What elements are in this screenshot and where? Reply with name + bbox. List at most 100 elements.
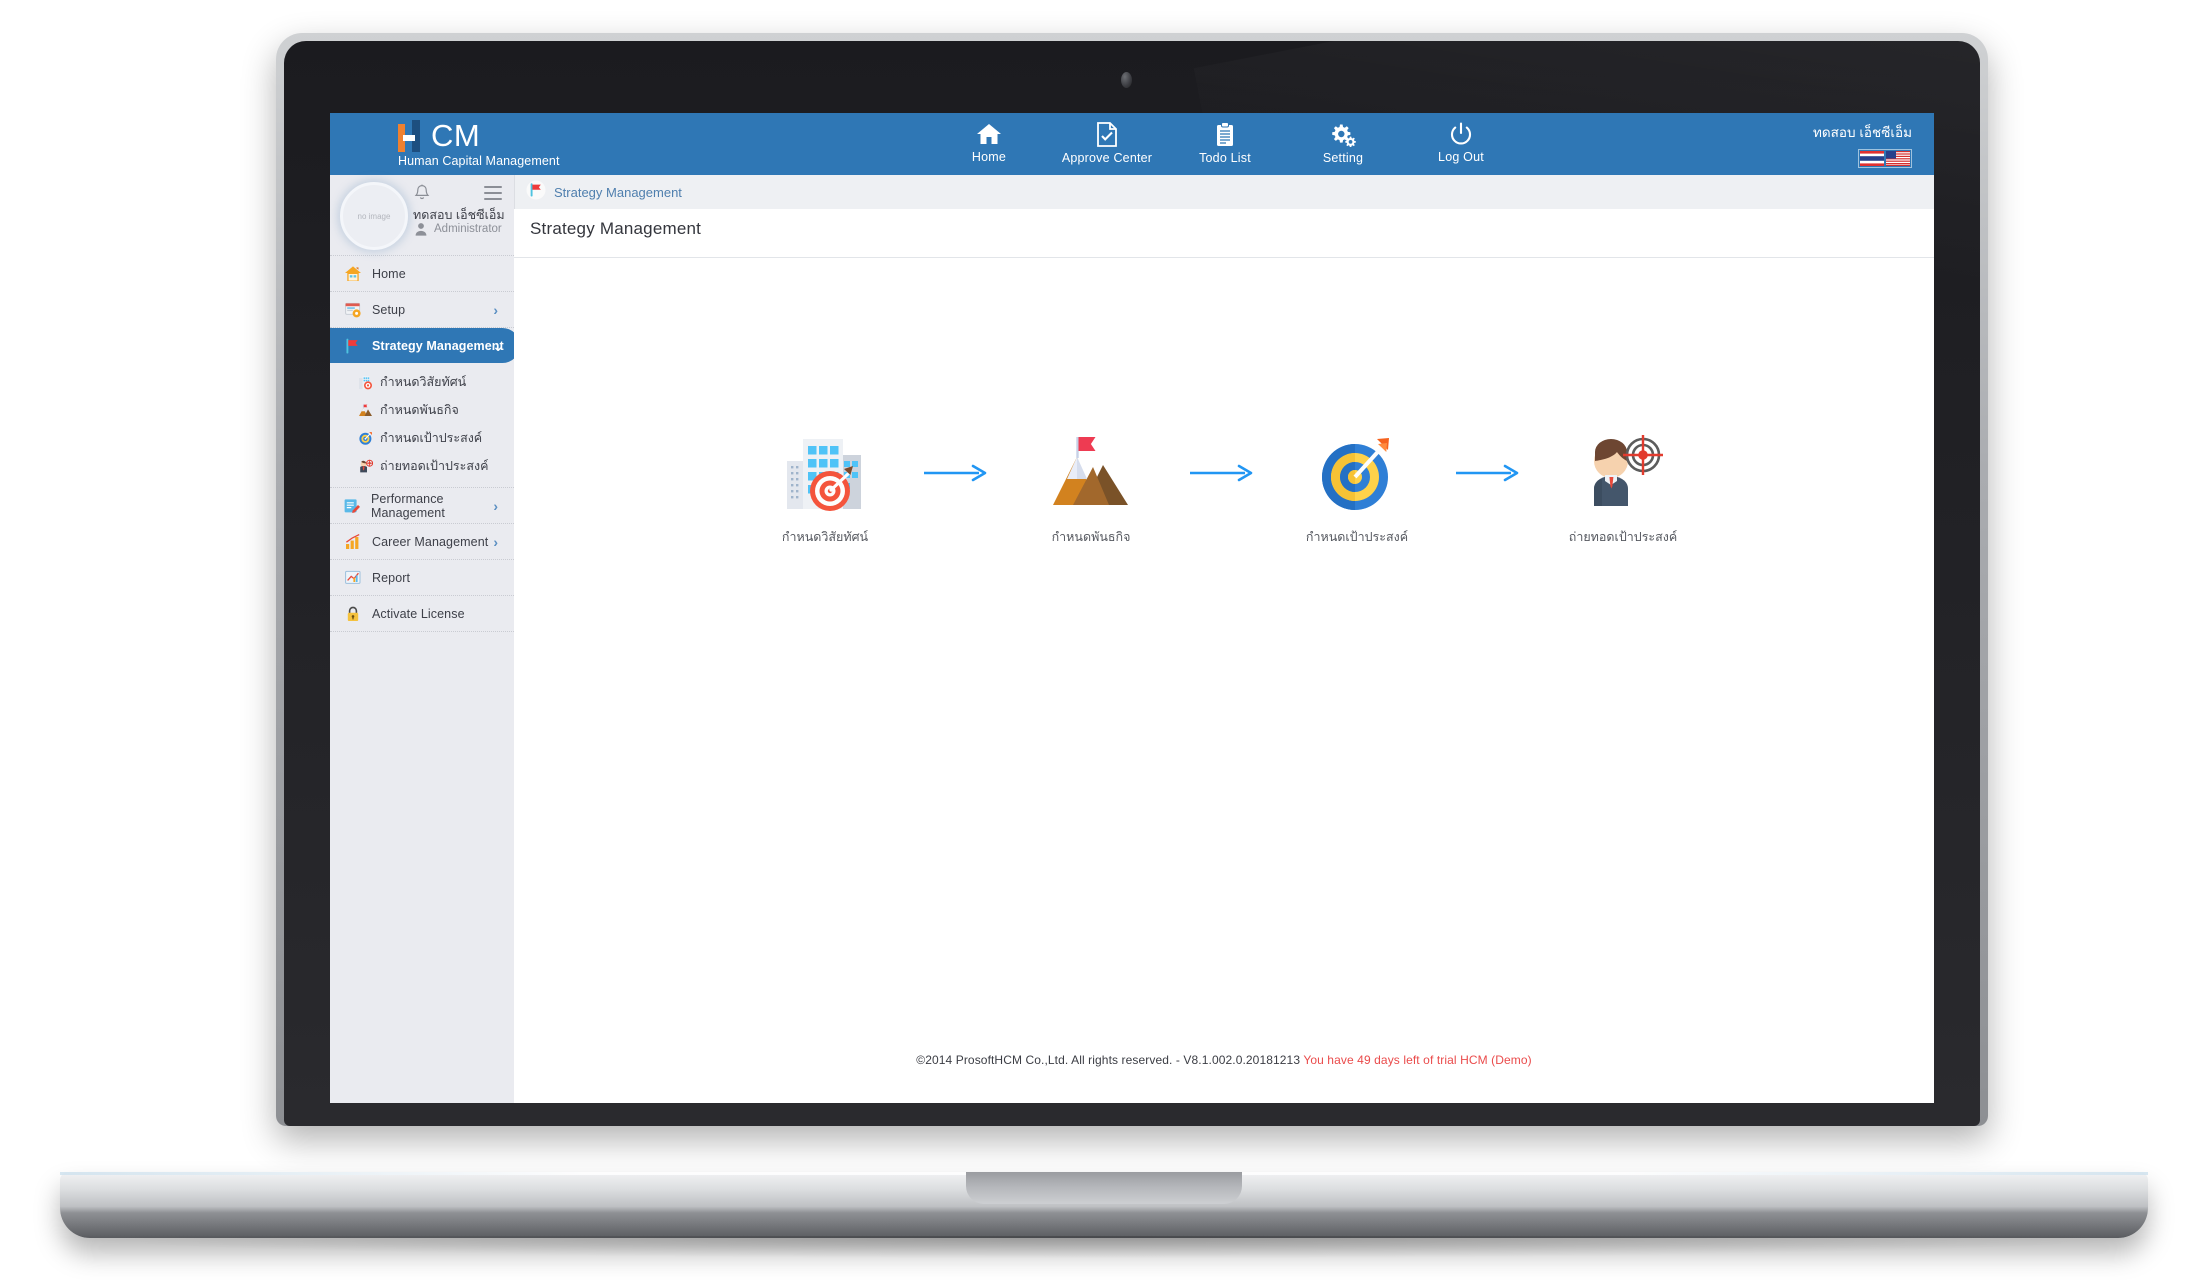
topnav-log-out[interactable]: Log Out xyxy=(1402,119,1520,165)
topnav-setting-label: Setting xyxy=(1322,151,1364,165)
home-icon xyxy=(976,122,1002,146)
user-profile-panel: no image ทดสอบ เอ็ชซีเอ็ม Administrator xyxy=(330,175,514,256)
sidebar-item-report-label: Report xyxy=(372,570,411,585)
title-divider xyxy=(514,257,1934,258)
person-icon xyxy=(414,222,428,241)
objective-dartboard-icon xyxy=(1315,429,1399,517)
breadcrumb: Strategy Management xyxy=(514,175,1934,210)
page-title: Strategy Management xyxy=(530,219,702,238)
sidebar-user-role: Administrator xyxy=(434,223,502,235)
flow-arrow-1 xyxy=(910,429,1006,517)
topnav-approve-center[interactable]: Approve Center xyxy=(1048,119,1166,165)
topnav-log-out-label: Log Out xyxy=(1438,150,1484,164)
setup-gear-icon xyxy=(342,301,364,319)
topnav-todo-list-label: Todo List xyxy=(1199,151,1251,165)
sidebar-toggle-button[interactable] xyxy=(484,186,502,204)
top-navigation: Home Approve Center Todo List Setting Lo… xyxy=(930,119,1520,165)
webcam-icon xyxy=(1121,72,1132,88)
sidebar-subitem-vision[interactable]: กำหนดวิสัยทัศน์ xyxy=(330,368,514,396)
browser-viewport: CM Human Capital Management Home Approve… xyxy=(330,113,1934,1103)
sidebar-item-activate-license[interactable]: Activate License xyxy=(330,596,514,632)
chevron-down-icon[interactable]: ⌄ xyxy=(492,338,504,355)
screenshot-stage: CM Human Capital Management Home Approve… xyxy=(0,0,2208,1280)
house-icon xyxy=(342,265,364,283)
flag-usa-icon[interactable] xyxy=(1886,151,1910,166)
sidebar-item-performance-management[interactable]: Performance Management › xyxy=(330,488,514,524)
flow-arrow-2 xyxy=(1176,429,1272,517)
cascade-person-icon xyxy=(356,459,374,474)
performance-icon xyxy=(342,497,363,515)
sidebar-subitem-objective[interactable]: กำหนดเป้าประสงค์ xyxy=(330,424,514,452)
sidebar-item-home[interactable]: Home xyxy=(330,256,514,292)
topnav-home-label: Home xyxy=(971,150,1007,164)
sidebar-item-activate-license-label: Activate License xyxy=(372,606,465,621)
document-check-icon xyxy=(1096,122,1118,147)
power-icon xyxy=(1449,122,1473,146)
objective-target-icon xyxy=(356,431,374,446)
padlock-icon xyxy=(342,605,364,623)
sidebar-item-career-management-label: Career Management xyxy=(372,534,489,549)
sidebar-item-strategy-management-label: Strategy Management xyxy=(372,338,504,353)
sidebar-subitem-vision-label: กำหนดวิสัยทัศน์ xyxy=(380,375,467,389)
footer: ©2014 ProsoftHCM Co.,Ltd. All rights res… xyxy=(514,1053,1934,1067)
chevron-right-icon[interactable]: › xyxy=(493,498,498,514)
footer-copyright: ©2014 ProsoftHCM Co.,Ltd. All rights res… xyxy=(916,1053,1304,1067)
main-content: Strategy Management กำหนดวิสัยทัศน์ กำหน… xyxy=(514,209,1934,1103)
topnav-approve-center-label: Approve Center xyxy=(1061,151,1153,165)
laptop-drop-shadow xyxy=(60,1236,2148,1258)
header-user-name: ทดสอบ เอ็ชซีเอ็ม xyxy=(1812,125,1912,140)
sidebar-item-home-label: Home xyxy=(372,266,406,281)
flow-step-mission[interactable]: กำหนดพันธกิจ xyxy=(1006,429,1176,547)
red-flag-icon xyxy=(526,180,546,205)
flow-step-objective[interactable]: กำหนดเป้าประสงค์ xyxy=(1272,429,1442,547)
sidebar-subitem-cascade-label: ถ่ายทอดเป้าประสงค์ xyxy=(380,459,489,473)
sidebar-subitem-cascade[interactable]: ถ่ายทอดเป้าประสงค์ xyxy=(330,452,514,480)
sidebar-subitem-mission-label: กำหนดพันธกิจ xyxy=(380,403,459,417)
topnav-home[interactable]: Home xyxy=(930,119,1048,165)
clipboard-icon xyxy=(1215,122,1235,147)
sidebar-item-setup[interactable]: Setup › xyxy=(330,292,514,328)
flow-step-vision-label: กำหนดวิสัยทัศน์ xyxy=(781,530,869,544)
flow-step-mission-label: กำหนดพันธกิจ xyxy=(1051,530,1131,544)
brand-tagline: Human Capital Management xyxy=(398,154,560,168)
topnav-setting[interactable]: Setting xyxy=(1284,119,1402,165)
bar-chart-icon xyxy=(342,533,364,551)
language-switcher[interactable] xyxy=(1858,149,1912,168)
chevron-right-icon[interactable]: › xyxy=(493,534,498,550)
laptop-base-notch xyxy=(966,1172,1242,1204)
mission-mountain-flag-icon xyxy=(1049,429,1133,517)
brand-logo[interactable]: CM Human Capital Management xyxy=(398,120,698,168)
brand-name: CM xyxy=(431,118,481,153)
sidebar-item-career-management[interactable]: Career Management › xyxy=(330,524,514,560)
vision-building-target-icon xyxy=(783,429,867,517)
user-area: ทดสอบ เอ็ชซีเอ็ม xyxy=(1813,121,1912,171)
sidebar-submenu-strategy: กำหนดวิสัยทัศน์ กำหนดพันธกิจ กำหนดเป้าปร… xyxy=(330,363,514,488)
avatar[interactable]: no image xyxy=(340,182,408,250)
flow-step-vision[interactable]: กำหนดวิสัยทัศน์ xyxy=(740,429,910,547)
flow-arrow-3 xyxy=(1442,429,1538,517)
topnav-todo-list[interactable]: Todo List xyxy=(1166,119,1284,165)
flow-step-cascade-label: ถ่ายทอดเป้าประสงค์ xyxy=(1568,530,1678,544)
chevron-right-icon[interactable]: › xyxy=(493,302,498,318)
sidebar-item-report[interactable]: Report xyxy=(330,560,514,596)
flow-step-objective-label: กำหนดเป้าประสงค์ xyxy=(1305,530,1409,544)
notification-bell-icon[interactable] xyxy=(414,184,430,207)
report-icon xyxy=(342,569,364,587)
gears-icon xyxy=(1330,122,1357,147)
sidebar-subitem-objective-label: กำหนดเป้าประสงค์ xyxy=(380,431,483,445)
sidebar-item-strategy-management[interactable]: Strategy Management ⌄ xyxy=(330,328,520,363)
sidebar-item-setup-label: Setup xyxy=(372,302,406,317)
app-header: CM Human Capital Management Home Approve… xyxy=(330,113,1934,175)
footer-trial-notice: You have 49 days left of trial HCM (Demo… xyxy=(1303,1053,1532,1067)
sidebar-subitem-mission[interactable]: กำหนดพันธกิจ xyxy=(330,396,514,424)
sidebar: no image ทดสอบ เอ็ชซีเอ็ม Administrator xyxy=(330,175,520,1103)
breadcrumb-label[interactable]: Strategy Management xyxy=(554,185,682,200)
mission-mountain-icon xyxy=(356,403,374,418)
strategy-flow-diagram: กำหนดวิสัยทัศน์ กำหนดพันธกิจ กำหนดเป้าปร… xyxy=(514,429,1934,547)
hcm-h-mark xyxy=(398,120,428,152)
avatar-placeholder-text: no image xyxy=(357,211,391,221)
red-flag-icon xyxy=(342,337,364,355)
flag-thailand-icon[interactable] xyxy=(1860,151,1884,166)
flow-step-cascade[interactable]: ถ่ายทอดเป้าประสงค์ xyxy=(1538,429,1708,547)
vision-building-icon xyxy=(356,375,374,390)
